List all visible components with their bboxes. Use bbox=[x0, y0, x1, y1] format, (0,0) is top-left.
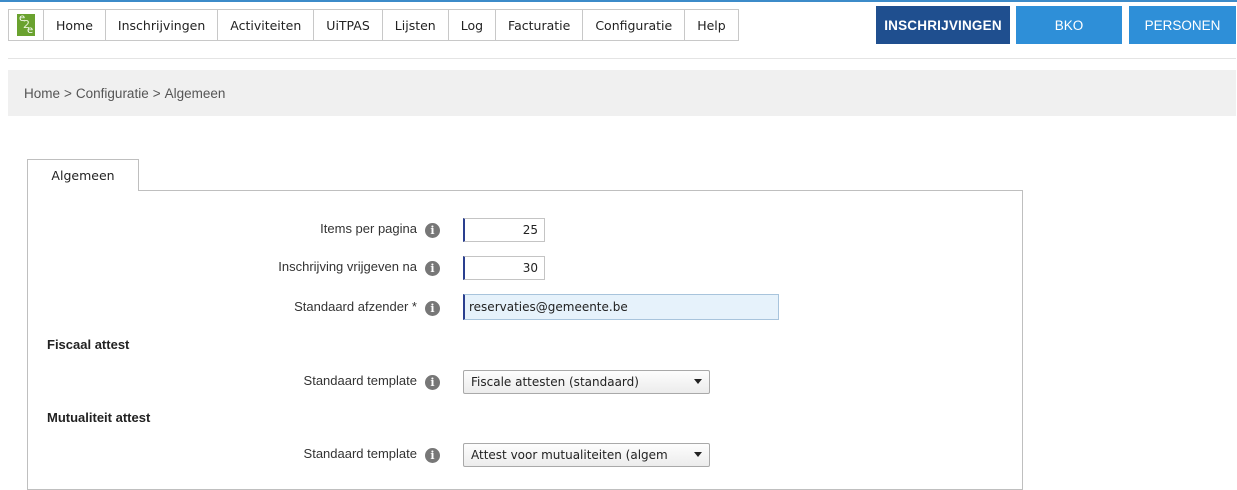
chevron-down-icon bbox=[694, 452, 702, 457]
main-nav: e 2 e Home Inschrijvingen Activiteiten U… bbox=[8, 9, 739, 41]
nav-item-home[interactable]: Home bbox=[44, 9, 106, 41]
fiscaal-template-label: Standaard template bbox=[303, 373, 417, 388]
standaard-afzender-input[interactable]: reservaties@gemeente.be bbox=[463, 294, 779, 320]
breadcrumb-configuratie[interactable]: Configuratie bbox=[76, 86, 149, 101]
bko-mode-button[interactable]: BKO bbox=[1016, 6, 1122, 44]
inschrijving-vrijgeven-input[interactable]: 30 bbox=[463, 256, 545, 280]
info-icon[interactable]: i bbox=[425, 261, 440, 276]
personen-mode-button[interactable]: PERSONEN bbox=[1129, 6, 1236, 44]
nav-item-activiteiten[interactable]: Activiteiten bbox=[218, 9, 315, 41]
nav-item-lijsten[interactable]: Lijsten bbox=[382, 9, 449, 41]
nav-item-facturatie[interactable]: Facturatie bbox=[496, 9, 584, 41]
info-icon[interactable]: i bbox=[425, 448, 440, 463]
header-divider bbox=[8, 58, 1236, 59]
mutualiteit-template-value: Attest voor mutualiteiten (algem bbox=[471, 448, 668, 462]
inschrijvingen-mode-button[interactable]: INSCHRIJVINGEN bbox=[876, 6, 1010, 44]
tab-algemeen[interactable]: Algemeen bbox=[27, 159, 139, 191]
breadcrumb-algemeen: Algemeen bbox=[164, 85, 226, 101]
mutualiteit-template-label: Standaard template bbox=[303, 446, 417, 461]
nav-item-log[interactable]: Log bbox=[448, 9, 497, 41]
fiscaal-template-value: Fiscale attesten (standaard) bbox=[471, 375, 639, 389]
chevron-down-icon bbox=[694, 379, 702, 384]
nav-item-inschrijvingen[interactable]: Inschrijvingen bbox=[105, 9, 219, 41]
nav-item-uitpas[interactable]: UiTPAS bbox=[314, 9, 383, 41]
mutualiteit-attest-heading: Mutualiteit attest bbox=[47, 410, 151, 425]
info-icon[interactable]: i bbox=[425, 223, 440, 238]
nav-item-configuratie[interactable]: Configuratie bbox=[583, 9, 686, 41]
items-per-pagina-label: Items per pagina bbox=[320, 221, 417, 236]
breadcrumb: Home > Configuratie > Algemeen bbox=[8, 70, 1236, 116]
items-per-pagina-input[interactable]: 25 bbox=[463, 218, 545, 242]
fiscaal-template-select[interactable]: Fiscale attesten (standaard) bbox=[463, 370, 710, 394]
breadcrumb-separator: > bbox=[64, 85, 72, 101]
app-logo[interactable]: e 2 e bbox=[8, 9, 44, 41]
logo-icon: e 2 e bbox=[17, 13, 35, 36]
nav-item-help[interactable]: Help bbox=[685, 9, 739, 41]
breadcrumb-home[interactable]: Home bbox=[24, 86, 60, 101]
fiscaal-attest-heading: Fiscaal attest bbox=[47, 337, 130, 352]
breadcrumb-separator: > bbox=[152, 85, 161, 101]
inschrijving-vrijgeven-label: Inschrijving vrijgeven na bbox=[278, 259, 417, 274]
info-icon[interactable]: i bbox=[425, 375, 440, 390]
info-icon[interactable]: i bbox=[425, 301, 440, 316]
top-accent-line bbox=[0, 0, 1237, 2]
mutualiteit-template-select[interactable]: Attest voor mutualiteiten (algem bbox=[463, 443, 710, 467]
standaard-afzender-label: Standaard afzender * bbox=[294, 299, 417, 314]
